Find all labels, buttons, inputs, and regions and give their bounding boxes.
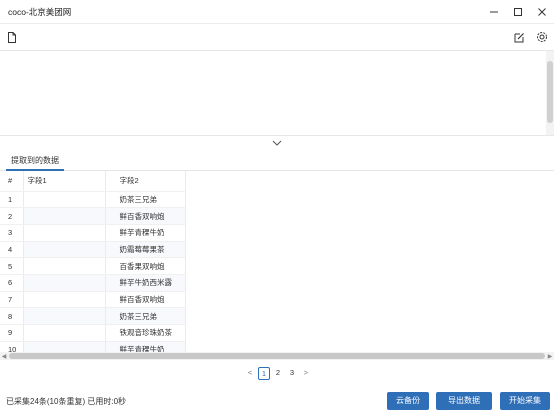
cell-field2[interactable]: 百香果双响炮 — [105, 257, 186, 275]
close-icon[interactable] — [530, 0, 554, 24]
start-collect-button[interactable]: 开始采集 — [500, 392, 550, 410]
column-header-field1[interactable]: 字段1 — [23, 171, 106, 192]
table-row[interactable]: 1 奶茶三兄弟 — [0, 191, 186, 209]
cell-field2[interactable]: 奶茶三兄弟 — [105, 307, 186, 325]
cloud-backup-button[interactable]: 云备份 — [387, 392, 429, 410]
code-editor[interactable] — [0, 50, 554, 136]
page-3-button[interactable]: 3 — [286, 367, 298, 380]
cell-field1[interactable] — [23, 241, 106, 259]
row-index: 9 — [0, 324, 24, 342]
pagination: < 1 2 3 > — [244, 366, 312, 380]
export-data-button[interactable]: 导出数据 — [436, 392, 492, 410]
title-bar: coco-北京美团网 — [0, 0, 554, 24]
page-1-button[interactable]: 1 — [258, 366, 270, 380]
minimize-icon[interactable] — [482, 0, 506, 24]
row-index: 4 — [0, 241, 24, 259]
row-index: 7 — [0, 291, 24, 309]
cell-field1[interactable] — [23, 307, 106, 325]
cell-field2[interactable]: 铁观音珍珠奶茶 — [105, 324, 186, 342]
cell-field2[interactable]: 鲜芋青稞牛奶 — [105, 224, 186, 242]
cell-field1[interactable] — [23, 324, 106, 342]
cell-field1[interactable] — [23, 274, 106, 292]
cell-field1[interactable] — [23, 224, 106, 242]
editor-scrollbar[interactable] — [546, 51, 554, 135]
table-row[interactable]: 6 鲜芋牛奶西米露 — [0, 274, 186, 292]
scroll-right-icon[interactable]: ▶ — [546, 352, 554, 360]
table-row[interactable]: 8 奶茶三兄弟 — [0, 307, 186, 325]
chevron-down-icon[interactable] — [270, 138, 284, 148]
row-index: 6 — [0, 274, 24, 292]
table-horizontal-scrollbar[interactable] — [0, 352, 554, 360]
row-index: 1 — [0, 191, 24, 209]
row-index: 5 — [0, 257, 24, 275]
table-row[interactable]: 7 鲜百香双响炮 — [0, 291, 186, 309]
status-text: 已采集24条(10条重复) 已用时:0秒 — [6, 397, 127, 406]
prev-page-button[interactable]: < — [244, 367, 256, 380]
table-header-row: # 字段1 字段2 — [0, 171, 186, 192]
cell-field2[interactable]: 鲜芋青稞牛奶 — [105, 341, 186, 352]
maximize-icon[interactable] — [506, 0, 530, 24]
cell-field2[interactable]: 奶茶三兄弟 — [105, 191, 186, 209]
tab-extracted-data[interactable]: 提取到的数据 — [6, 151, 64, 171]
column-header-index[interactable]: # — [0, 171, 24, 192]
data-table: # 字段1 字段2 1 奶茶三兄弟 2 鲜百香双响炮 3 鲜芋青稞牛奶 4 奶霜莓莓果茶… — [0, 171, 554, 352]
row-index: 2 — [0, 207, 24, 225]
gear-icon[interactable] — [535, 30, 549, 44]
cell-field1[interactable] — [23, 341, 106, 352]
cell-field1[interactable] — [23, 257, 106, 275]
cell-field2[interactable]: 鲜百香双响炮 — [105, 291, 186, 309]
table-row[interactable]: 10 鲜芋青稞牛奶 — [0, 341, 186, 352]
cell-field2[interactable]: 鲜百香双响炮 — [105, 207, 186, 225]
cell-field1[interactable] — [23, 291, 106, 309]
table-row[interactable]: 4 奶霜莓莓果茶 — [0, 241, 186, 259]
row-index: 3 — [0, 224, 24, 242]
scroll-left-icon[interactable]: ◀ — [0, 352, 8, 360]
cell-field1[interactable] — [23, 207, 106, 225]
page-2-button[interactable]: 2 — [272, 367, 284, 380]
result-tabs: 提取到的数据 — [0, 151, 554, 171]
window-title: coco-北京美团网 — [8, 6, 72, 17]
edit-icon[interactable] — [512, 30, 526, 44]
new-file-icon[interactable] — [5, 30, 19, 44]
cell-field1[interactable] — [23, 191, 106, 209]
column-header-field2[interactable]: 字段2 — [105, 171, 186, 192]
cell-field2[interactable]: 奶霜莓莓果茶 — [105, 241, 186, 259]
cell-field2[interactable]: 鲜芋牛奶西米露 — [105, 274, 186, 292]
row-index: 10 — [0, 341, 24, 352]
table-row[interactable]: 3 鲜芋青稞牛奶 — [0, 224, 186, 242]
table-row[interactable]: 2 鲜百香双响炮 — [0, 207, 186, 225]
toolbar — [0, 25, 554, 49]
next-page-button[interactable]: > — [300, 367, 312, 380]
table-row[interactable]: 5 百香果双响炮 — [0, 257, 186, 275]
row-index: 8 — [0, 307, 24, 325]
table-row[interactable]: 9 铁观音珍珠奶茶 — [0, 324, 186, 342]
